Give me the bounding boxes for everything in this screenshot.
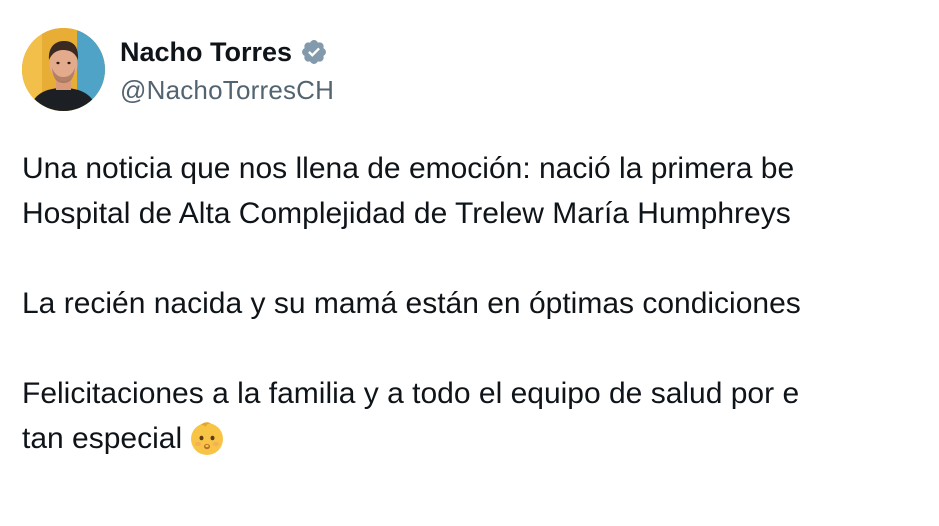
- tweet-line: Hospital de Alta Complejidad de Trelew M…: [22, 197, 791, 230]
- author-block: Nacho Torres @NachoTorresCH: [120, 33, 334, 106]
- tweet-line: La recién nacida y su mamá están en ópti…: [22, 287, 801, 320]
- tweet-line: Felicitaciones a la familia y a todo el …: [22, 377, 800, 410]
- baby-face-emoji-icon: [188, 419, 226, 457]
- tweet-line-last: tan especial: [22, 416, 939, 461]
- tweet-line: Una noticia que nos llena de emoción: na…: [22, 152, 795, 185]
- avatar-photo: [22, 28, 105, 111]
- tweet-text: Una noticia que nos llena de emoción: na…: [22, 146, 939, 461]
- author-name[interactable]: Nacho Torres: [120, 37, 292, 68]
- avatar[interactable]: [22, 28, 105, 111]
- tweet-line-text: tan especial: [22, 422, 183, 455]
- author-name-row: Nacho Torres: [120, 33, 334, 71]
- author-handle[interactable]: @NachoTorresCH: [120, 75, 334, 106]
- tweet-card: Nacho Torres @NachoTorresCH Una noticia …: [0, 0, 939, 526]
- verified-badge-icon[interactable]: [300, 38, 328, 66]
